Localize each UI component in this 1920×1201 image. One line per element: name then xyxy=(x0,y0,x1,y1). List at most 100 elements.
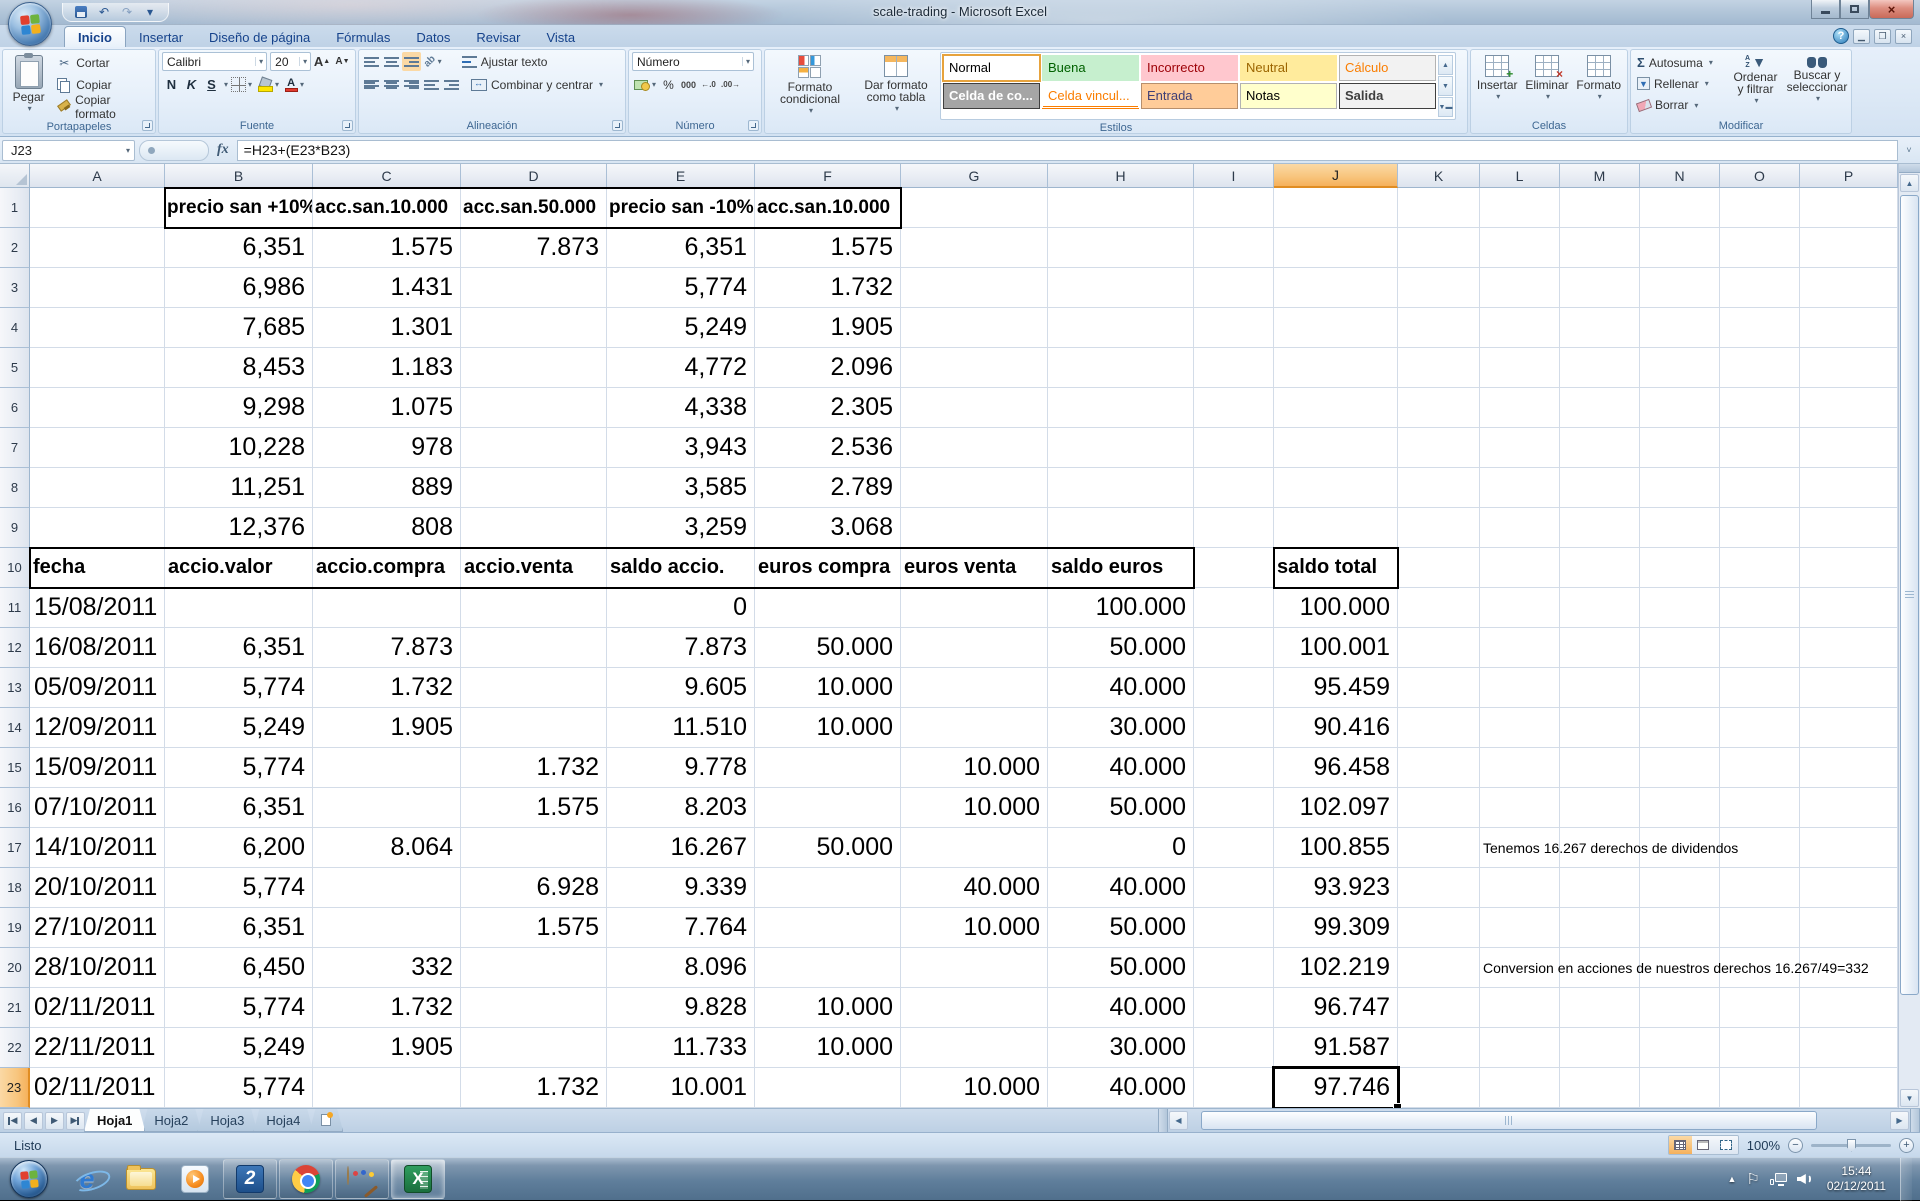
grid-cell-C7[interactable]: 978 xyxy=(313,428,461,468)
grid-cell-O8[interactable] xyxy=(1720,468,1800,508)
bold-button[interactable]: N xyxy=(162,75,181,94)
delete-cells-button[interactable]: × Eliminar▾ xyxy=(1523,52,1570,116)
grid-cell-H4[interactable] xyxy=(1048,308,1194,348)
grid-cell-J14[interactable]: 90.416 xyxy=(1274,708,1398,748)
column-header-L[interactable]: L xyxy=(1480,164,1560,188)
grid-cell-E1[interactable]: precio san -10% xyxy=(607,188,755,228)
percent-style-button[interactable]: % xyxy=(659,75,678,94)
horizontal-split-handle[interactable] xyxy=(1158,1109,1168,1132)
grid-cell-O23[interactable] xyxy=(1720,1068,1800,1108)
grid-cell-N16[interactable] xyxy=(1640,788,1720,828)
increase-decimal-button[interactable]: ←.0 xyxy=(699,75,718,94)
grid-cell-F9[interactable]: 3.068 xyxy=(755,508,901,548)
grid-cell-B13[interactable]: 5,774 xyxy=(165,668,313,708)
row-header-1[interactable]: 1 xyxy=(0,188,30,228)
tab-insertar[interactable]: Insertar xyxy=(126,27,196,47)
grid-cell-K13[interactable] xyxy=(1398,668,1480,708)
grid-cell-O12[interactable] xyxy=(1720,628,1800,668)
grid-cell-G6[interactable] xyxy=(901,388,1048,428)
grid-cell-E13[interactable]: 9.605 xyxy=(607,668,755,708)
formula-input[interactable]: =H23+(E23*B23) xyxy=(237,140,1898,161)
grid-cell-H2[interactable] xyxy=(1048,228,1194,268)
grid-cell-P10[interactable] xyxy=(1800,548,1898,588)
media-player-icon[interactable] xyxy=(175,1159,215,1199)
grid-cell-E14[interactable]: 11.510 xyxy=(607,708,755,748)
grid-cell-J16[interactable]: 102.097 xyxy=(1274,788,1398,828)
row-header-17[interactable]: 17 xyxy=(0,828,30,868)
column-header-P[interactable]: P xyxy=(1800,164,1898,188)
row-header-16[interactable]: 16 xyxy=(0,788,30,828)
grid-cell-D10[interactable]: accio.venta xyxy=(461,548,607,588)
sheet-tab-hoja2[interactable]: Hoja2 xyxy=(141,1109,201,1132)
cell-style-notas[interactable]: Notas xyxy=(1240,83,1337,109)
copy-button[interactable]: Copiar xyxy=(53,76,152,94)
grid-cell-P5[interactable] xyxy=(1800,348,1898,388)
grid-cell-J23[interactable]: 97.746 xyxy=(1274,1068,1398,1108)
start-button[interactable] xyxy=(10,1160,48,1198)
grid-cell-L14[interactable] xyxy=(1480,708,1560,748)
grid-cell-D9[interactable] xyxy=(461,508,607,548)
grid-cell-M14[interactable] xyxy=(1560,708,1640,748)
gallery-scroll-down-button[interactable]: ▼ xyxy=(1438,76,1453,96)
grid-cell-D14[interactable] xyxy=(461,708,607,748)
grid-cell-B3[interactable]: 6,986 xyxy=(165,268,313,308)
grid-cell-P18[interactable] xyxy=(1800,868,1898,908)
grid-cell-F8[interactable]: 2.789 xyxy=(755,468,901,508)
grid-cell-H16[interactable]: 50.000 xyxy=(1048,788,1194,828)
grid-cell-J6[interactable] xyxy=(1274,388,1398,428)
office-button[interactable] xyxy=(8,2,52,46)
grid-cell-E16[interactable]: 8.203 xyxy=(607,788,755,828)
grid-cell-C12[interactable]: 7.873 xyxy=(313,628,461,668)
grid-cell-L23[interactable] xyxy=(1480,1068,1560,1108)
grid-cell-D22[interactable] xyxy=(461,1028,607,1068)
align-right-button[interactable] xyxy=(402,75,421,94)
grid-cell-N5[interactable] xyxy=(1640,348,1720,388)
grid-cell-L19[interactable] xyxy=(1480,908,1560,948)
row-header-9[interactable]: 9 xyxy=(0,508,30,548)
grid-cell-J9[interactable] xyxy=(1274,508,1398,548)
grid-cell-J12[interactable]: 100.001 xyxy=(1274,628,1398,668)
taskbar-clock[interactable]: 15:44 02/12/2011 xyxy=(1827,1164,1886,1194)
grid-cell-H22[interactable]: 30.000 xyxy=(1048,1028,1194,1068)
grid-cell-K6[interactable] xyxy=(1398,388,1480,428)
workbook-close-button[interactable]: × xyxy=(1895,29,1912,44)
grid-cell-E20[interactable]: 8.096 xyxy=(607,948,755,988)
grid-cell-F14[interactable]: 10.000 xyxy=(755,708,901,748)
grid-cell-L16[interactable] xyxy=(1480,788,1560,828)
internet-explorer-icon[interactable]: e xyxy=(67,1159,107,1199)
grid-cell-D1[interactable]: acc.san.50.000 xyxy=(461,188,607,228)
grid-cell-A1[interactable] xyxy=(30,188,165,228)
grid-cell-L6[interactable] xyxy=(1480,388,1560,428)
tab-vista[interactable]: Vista xyxy=(533,27,588,47)
grid-cell-H10[interactable]: saldo euros xyxy=(1048,548,1194,588)
row-header-10[interactable]: 10 xyxy=(0,548,30,588)
row-header-18[interactable]: 18 xyxy=(0,868,30,908)
format-painter-button[interactable]: Copiar formato xyxy=(53,98,152,116)
grid-cell-M15[interactable] xyxy=(1560,748,1640,788)
grid-cell-B2[interactable]: 6,351 xyxy=(165,228,313,268)
format-as-table-button[interactable]: Dar formato como tabla▾ xyxy=(854,52,938,120)
grid-cell-F16[interactable] xyxy=(755,788,901,828)
grid-cell-C9[interactable]: 808 xyxy=(313,508,461,548)
grid-cell-C5[interactable]: 1.183 xyxy=(313,348,461,388)
grid-cell-E2[interactable]: 6,351 xyxy=(607,228,755,268)
grid-cell-B18[interactable]: 5,774 xyxy=(165,868,313,908)
wrap-text-button[interactable]: Ajustar texto xyxy=(459,53,551,71)
grid-cell-H5[interactable] xyxy=(1048,348,1194,388)
grid-cell-F7[interactable]: 2.536 xyxy=(755,428,901,468)
show-desktop-button[interactable] xyxy=(1900,1158,1912,1201)
grid-cell-J13[interactable]: 95.459 xyxy=(1274,668,1398,708)
grid-cell-K8[interactable] xyxy=(1398,468,1480,508)
normal-view-button[interactable] xyxy=(1669,1136,1692,1154)
row-header-11[interactable]: 11 xyxy=(0,588,30,628)
insert-worksheet-tab[interactable] xyxy=(309,1109,343,1132)
grid-cell-G12[interactable] xyxy=(901,628,1048,668)
grid-cell-I16[interactable] xyxy=(1194,788,1274,828)
tab-fórmulas[interactable]: Fórmulas xyxy=(323,27,403,47)
grid-cell-K1[interactable] xyxy=(1398,188,1480,228)
grid-cell-L12[interactable] xyxy=(1480,628,1560,668)
column-header-N[interactable]: N xyxy=(1640,164,1720,188)
grid-cell-I4[interactable] xyxy=(1194,308,1274,348)
blue-app-icon[interactable]: 2 xyxy=(223,1159,277,1199)
grid-cell-B23[interactable]: 5,774 xyxy=(165,1068,313,1108)
